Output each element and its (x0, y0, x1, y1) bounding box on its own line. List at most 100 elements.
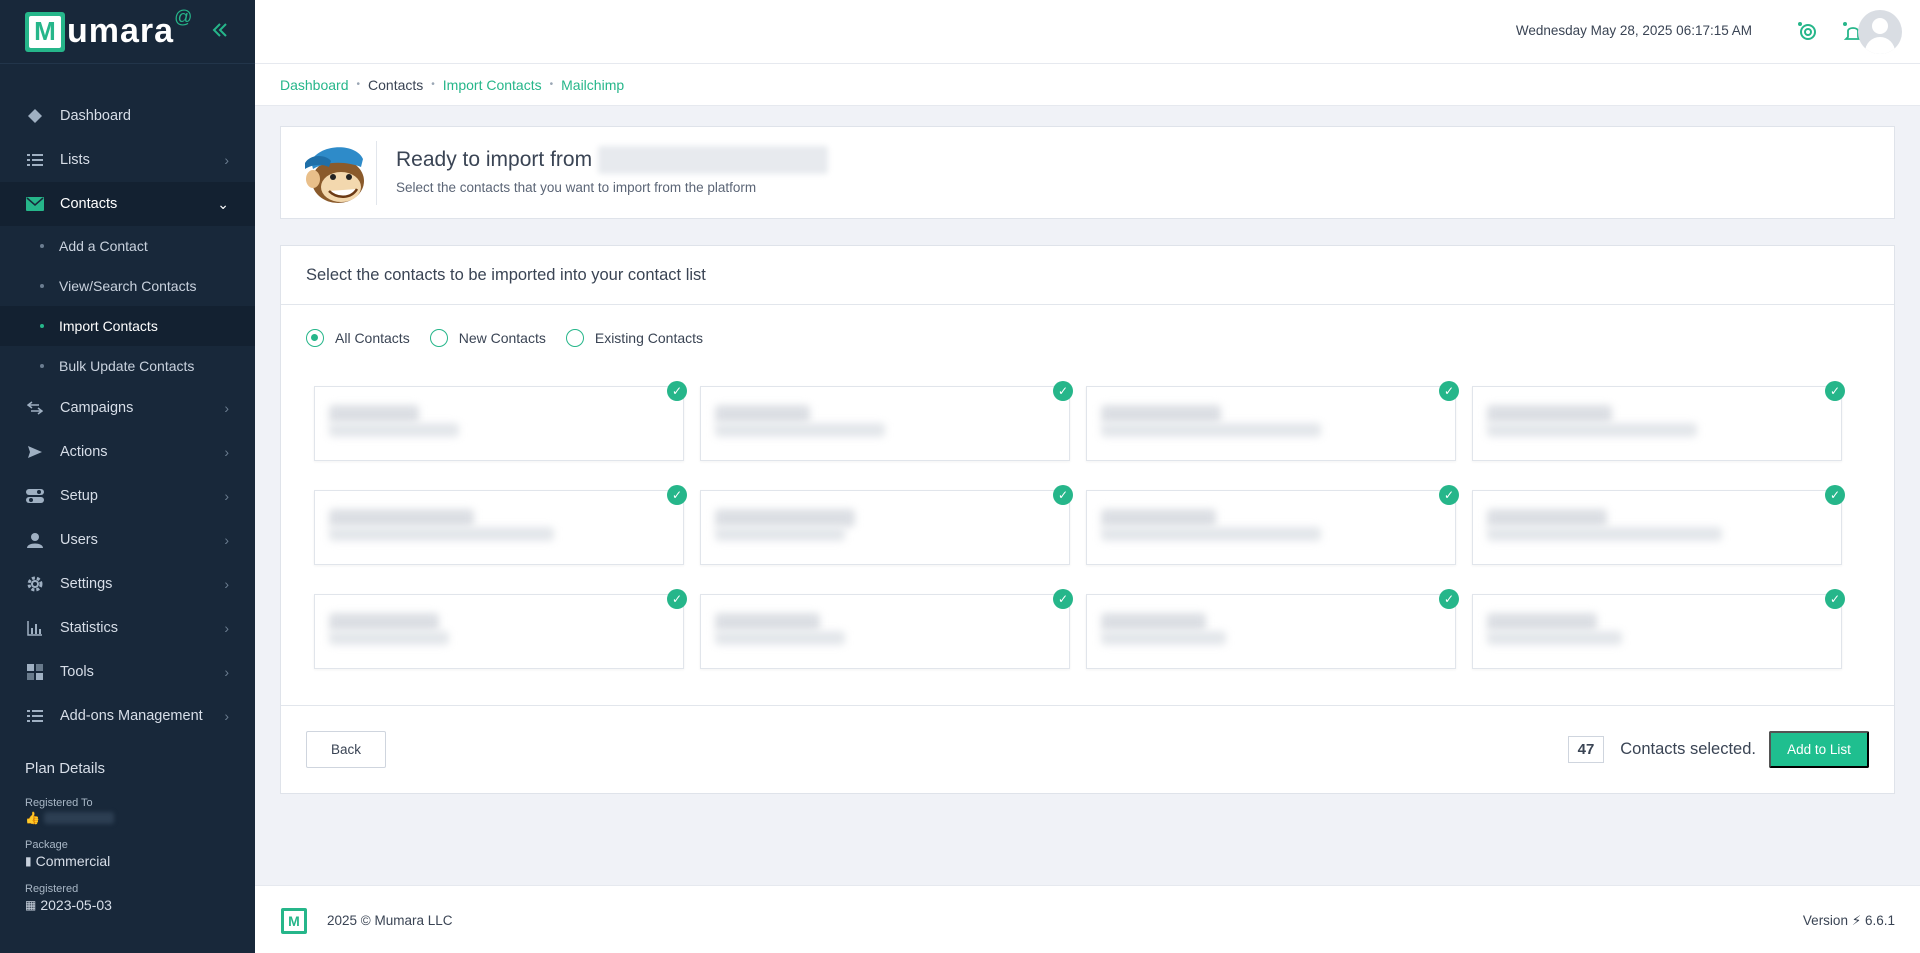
redacted-text (329, 405, 419, 423)
radio-checked[interactable] (306, 329, 324, 347)
bullet-dot (40, 244, 44, 248)
redacted-account-name (598, 146, 829, 174)
package-text: Commercial (35, 853, 111, 869)
check-icon[interactable]: ✓ (1439, 589, 1459, 609)
footer-logo: M (281, 908, 307, 934)
radio-unchecked[interactable] (565, 329, 584, 347)
avatar[interactable] (1858, 10, 1902, 54)
add-to-list-button[interactable]: Add to List (1769, 731, 1869, 768)
sidebar-item-label: Setup (60, 488, 98, 504)
sidebar-item-setup[interactable]: Setup › (0, 474, 255, 518)
check-icon[interactable]: ✓ (667, 485, 687, 505)
check-icon[interactable]: ✓ (667, 381, 687, 401)
redacted-text (1487, 613, 1597, 631)
submenu-bulk-update-contacts[interactable]: Bulk Update Contacts (0, 346, 255, 386)
grid-icon (26, 663, 44, 681)
submenu-label: View/Search Contacts (59, 278, 197, 294)
redacted-text (1487, 509, 1607, 527)
redacted-text (715, 423, 885, 437)
sidebar-item-campaigns[interactable]: Campaigns › (0, 386, 255, 430)
check-icon[interactable]: ✓ (1825, 589, 1845, 609)
breadcrumb: Dashboard • Contacts • Import Contacts •… (255, 64, 1920, 106)
check-icon[interactable]: ✓ (1825, 485, 1845, 505)
contact-tile[interactable]: ✓ (1086, 485, 1459, 565)
sidebar-item-actions[interactable]: Actions › (0, 430, 255, 474)
breadcrumb-mailchimp[interactable]: Mailchimp (561, 77, 624, 93)
submenu-view-search-contacts[interactable]: View/Search Contacts (0, 266, 255, 306)
redacted-text (1101, 613, 1206, 631)
footer-logo-initial: M (284, 911, 304, 931)
radio-new-contacts[interactable]: New Contacts (429, 329, 546, 347)
user-icon (26, 531, 44, 549)
breadcrumb-dashboard[interactable]: Dashboard (280, 77, 349, 93)
thumbs-up-icon: 👍 (25, 811, 40, 825)
chevron-right-icon: › (224, 620, 229, 636)
radio-existing-contacts[interactable]: Existing Contacts (565, 329, 703, 347)
contact-tile[interactable]: ✓ (314, 485, 687, 565)
sidebar-nav: Dashboard Lists › Contacts ⌄ Add a Conta… (0, 94, 255, 738)
list-icon (26, 707, 44, 725)
contact-tile[interactable]: ✓ (1472, 485, 1845, 565)
redacted-text (1101, 509, 1216, 527)
list-icon (26, 151, 44, 169)
sidebar: M umara @ Dashboard Lists › Contacts ⌄ A… (0, 0, 255, 953)
contact-tile[interactable]: ✓ (1472, 381, 1845, 461)
submenu-label: Import Contacts (59, 318, 158, 334)
contact-filter-radios: All Contacts New Contacts Existing Conta… (306, 329, 723, 347)
breadcrumb-separator: • (356, 79, 361, 90)
contact-tile[interactable]: ✓ (314, 381, 687, 461)
redacted-text (1101, 423, 1321, 437)
redacted-text (1101, 405, 1221, 423)
submenu-import-contacts[interactable]: Import Contacts (0, 306, 255, 346)
contact-tile[interactable]: ✓ (700, 589, 1073, 669)
sidebar-item-tools[interactable]: Tools › (0, 650, 255, 694)
sidebar-item-users[interactable]: Users › (0, 518, 255, 562)
redacted-text (329, 631, 449, 645)
collapse-sidebar-icon[interactable] (210, 16, 230, 47)
contacts-selection-card: Select the contacts to be imported into … (280, 245, 1895, 794)
check-icon[interactable]: ✓ (1053, 485, 1073, 505)
radio-unchecked[interactable] (429, 329, 448, 347)
version-label: Version (1802, 913, 1848, 928)
contact-tile[interactable]: ✓ (700, 485, 1073, 565)
sidebar-item-settings[interactable]: Settings › (0, 562, 255, 606)
sidebar-item-label: Campaigns (60, 400, 134, 416)
submenu-label: Add a Contact (59, 238, 148, 254)
redacted-text (329, 613, 439, 631)
contact-tile[interactable]: ✓ (314, 589, 687, 669)
chevron-right-icon: › (224, 576, 229, 592)
check-icon[interactable]: ✓ (1439, 381, 1459, 401)
sidebar-item-statistics[interactable]: Statistics › (0, 606, 255, 650)
bookmark-icon: ▮ (25, 854, 32, 868)
submenu-add-contact[interactable]: Add a Contact (0, 226, 255, 266)
radio-all-contacts[interactable]: All Contacts (306, 329, 410, 347)
breadcrumb-contacts: Contacts (368, 76, 424, 93)
breadcrumb-separator: • (431, 79, 435, 90)
sidebar-item-label: Users (60, 532, 98, 548)
check-icon[interactable]: ✓ (667, 589, 687, 609)
topbar: Wednesday May 28, 2025 06:17:15 AM (255, 0, 1920, 64)
check-icon[interactable]: ✓ (1053, 589, 1073, 609)
logo-mark[interactable]: M (25, 11, 65, 52)
logo-bar: M umara @ (0, 0, 255, 64)
check-icon[interactable]: ✓ (1825, 381, 1845, 401)
sidebar-item-addons[interactable]: Add-ons Management › (0, 694, 255, 738)
check-icon[interactable]: ✓ (1053, 381, 1073, 401)
sidebar-item-dashboard[interactable]: Dashboard (0, 94, 255, 138)
sidebar-item-label: Lists (60, 152, 90, 168)
breadcrumb-import-contacts[interactable]: Import Contacts (443, 77, 542, 93)
sidebar-item-label: Dashboard (60, 108, 131, 124)
check-icon[interactable]: ✓ (1439, 485, 1459, 505)
gear-icon[interactable] (1796, 20, 1820, 44)
redacted-text (329, 423, 459, 437)
redacted-text (715, 509, 855, 527)
sidebar-item-contacts[interactable]: Contacts ⌄ (0, 182, 255, 226)
contact-tile[interactable]: ✓ (1472, 589, 1845, 669)
contact-tile[interactable]: ✓ (700, 381, 1073, 461)
back-button[interactable]: Back (306, 731, 386, 768)
envelope-icon (26, 195, 44, 213)
logo-text: umara (67, 12, 175, 50)
contact-tile[interactable]: ✓ (1086, 381, 1459, 461)
sidebar-item-lists[interactable]: Lists › (0, 138, 255, 182)
contact-tile[interactable]: ✓ (1086, 589, 1459, 669)
